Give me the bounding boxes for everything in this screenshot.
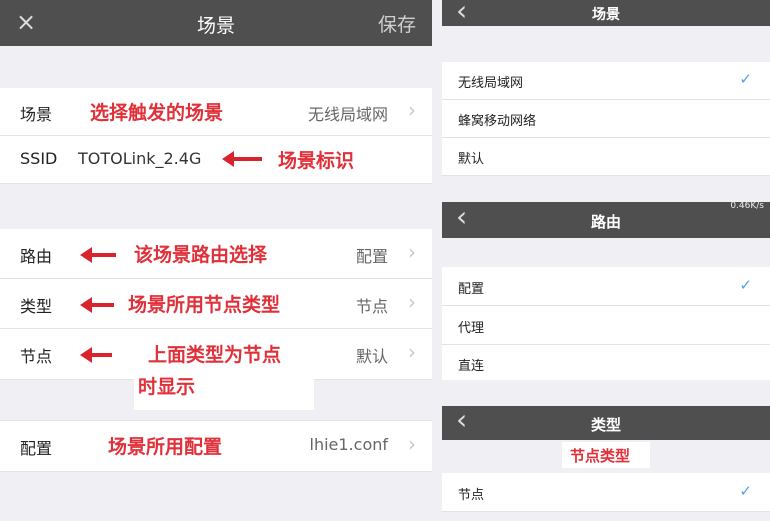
scene-option-label: 蜂窝移动网络 xyxy=(458,114,537,129)
config-row[interactable]: 配置 场景所用配置 lhie1.conf › xyxy=(0,420,432,472)
network-speed: 0.46K/s xyxy=(730,201,764,211)
route-option-item[interactable]: 配置 ✓ xyxy=(442,267,770,306)
scene-row[interactable]: 场景 选择触发的场景 无线局域网 › xyxy=(0,88,432,136)
node-label: 节点 xyxy=(20,347,53,366)
route-options-title: 路由 xyxy=(590,213,621,231)
arrow-icon xyxy=(80,347,112,363)
chevron-right-icon: › xyxy=(408,340,416,364)
type-value: 节点 xyxy=(355,297,388,316)
route-option-item[interactable]: 代理 xyxy=(442,306,770,345)
scene-option-label: 无线局域网 xyxy=(458,76,524,91)
node-annotation-line2: 时显示 xyxy=(138,376,196,398)
scene-editor-panel: × 场景 保存 场景 选择触发的场景 无线局域网 › SSID TOTOLink… xyxy=(0,0,432,521)
type-options-annotation: 节点类型 xyxy=(570,447,631,465)
arrow-icon xyxy=(80,297,114,313)
checkmark-icon: ✓ xyxy=(739,276,752,294)
chevron-right-icon: › xyxy=(408,98,416,122)
route-options-panel: ‹ 路由 0.46K/s 配置 ✓ 代理 直连 xyxy=(442,198,770,380)
scene-option-label: 默认 xyxy=(458,152,485,167)
scene-annotation: 选择触发的场景 xyxy=(90,102,224,124)
type-options-navbar: ‹ 类型 xyxy=(442,403,770,440)
route-label: 路由 xyxy=(20,247,53,266)
save-button[interactable]: 保存 xyxy=(378,10,416,37)
scene-options-title: 场景 xyxy=(592,7,620,23)
ssid-annotation: 场景标识 xyxy=(278,150,355,172)
scene-option-item[interactable]: 蜂窝移动网络 xyxy=(442,100,770,138)
route-option-label: 直连 xyxy=(458,359,485,374)
route-value: 配置 xyxy=(355,247,388,266)
node-annotation-line1: 上面类型为节点 xyxy=(148,344,282,366)
route-options-navbar: ‹ 路由 0.46K/s xyxy=(442,200,770,238)
type-options-title: 类型 xyxy=(590,416,621,434)
type-options-panel: ‹ 类型 节点类型 节点 ✓ xyxy=(442,402,770,521)
checkmark-icon: ✓ xyxy=(739,482,752,500)
config-value: lhie1.conf xyxy=(309,435,389,454)
chevron-right-icon: › xyxy=(408,432,416,456)
route-option-label: 代理 xyxy=(458,321,485,336)
scene-options-panel: ‹ 场景 无线局域网 ✓ 蜂窝移动网络 默认 xyxy=(442,0,770,180)
ssid-value[interactable]: TOTOLink_2.4G xyxy=(78,149,201,168)
scene-options-navbar: ‹ 场景 xyxy=(442,0,770,27)
ssid-row[interactable]: SSID TOTOLink_2.4G 场景标识 xyxy=(0,136,432,184)
type-annotation-box: 节点类型 xyxy=(562,442,650,468)
config-label: 配置 xyxy=(20,439,53,458)
route-option-label: 配置 xyxy=(458,282,485,297)
chevron-right-icon: › xyxy=(408,240,416,264)
ssid-label: SSID xyxy=(20,149,58,168)
type-row[interactable]: 类型 场景所用节点类型 节点 › xyxy=(0,279,432,329)
scene-value: 无线局域网 xyxy=(307,105,388,124)
page-title: 场景 xyxy=(196,15,235,37)
type-label: 类型 xyxy=(20,297,53,316)
scene-label: 场景 xyxy=(20,105,53,124)
route-row[interactable]: 路由 该场景路由选择 配置 › xyxy=(0,229,432,279)
config-annotation: 场景所用配置 xyxy=(108,436,223,458)
type-option-label: 节点 xyxy=(458,488,485,503)
node-annotation-box: 上面类型为节点 时显示 xyxy=(134,336,314,410)
type-option-item[interactable]: 节点 ✓ xyxy=(442,473,770,512)
route-option-item[interactable]: 直连 xyxy=(442,345,770,380)
route-annotation: 该场景路由选择 xyxy=(134,244,268,266)
scene-editor-navbar: × 场景 保存 xyxy=(0,0,432,46)
arrow-icon xyxy=(80,247,116,263)
type-annotation: 场景所用节点类型 xyxy=(128,294,281,316)
chevron-right-icon: › xyxy=(408,290,416,314)
arrow-icon xyxy=(222,151,262,167)
node-value: 默认 xyxy=(355,347,388,366)
scene-option-item[interactable]: 无线局域网 ✓ xyxy=(442,62,770,100)
scene-option-item[interactable]: 默认 xyxy=(442,138,770,176)
checkmark-icon: ✓ xyxy=(739,70,752,88)
